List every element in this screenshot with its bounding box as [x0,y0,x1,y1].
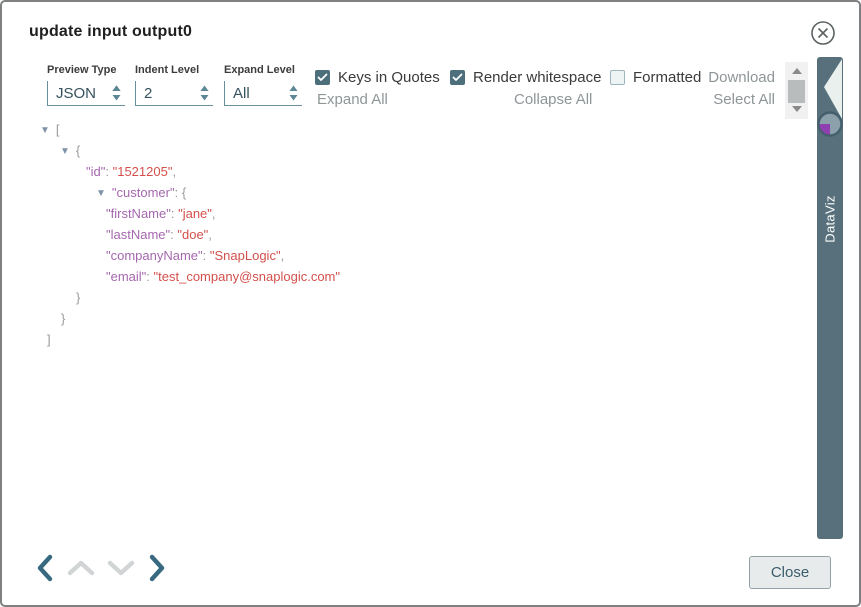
json-punctuation: , [281,248,285,263]
checked-checkbox-icon[interactable] [450,70,465,85]
json-punctuation: } [61,311,65,326]
json-punctuation: { [182,185,186,200]
spinner-arrows-icon[interactable] [199,84,210,103]
json-punctuation: : [171,206,178,221]
vertical-scrollbar[interactable] [785,62,808,119]
json-tree-row: "email": "test_company@snaplogic.com" [2,266,782,287]
json-tree-row: "companyName": "SnapLogic", [2,245,782,266]
json-tree: ▼[▼{"id": "1521205",▼"customer": {"first… [2,119,782,350]
json-punctuation: : [175,185,182,200]
checkbox-label: Render whitespace [473,69,601,86]
checkbox-label: Formatted [633,69,701,86]
json-tree-row: } [2,287,782,308]
json-tree-row: "lastName": "doe", [2,224,782,245]
collapse-triangle-icon[interactable]: ▼ [40,120,50,141]
indent-level-label: Indent Level [135,64,213,76]
expand-level-label: Expand Level [224,64,302,76]
json-punctuation: : [146,269,153,284]
scroll-down-record-button[interactable] [107,560,135,579]
record-navigation [35,553,167,586]
scroll-up-icon[interactable] [785,67,808,77]
json-punctuation: : [105,164,112,179]
dataviz-tab-label: DataViz [823,195,838,242]
scroll-down-icon[interactable] [785,105,808,115]
json-value: "SnapLogic" [210,248,281,263]
dialog-title: update input output0 [29,23,192,41]
spinner-arrows-icon[interactable] [111,84,122,103]
json-punctuation: : [203,248,210,263]
close-button[interactable]: Close [749,556,831,589]
tab-arrow-icon [824,59,842,119]
json-punctuation: ] [47,332,51,347]
json-punctuation: [ [56,122,60,137]
json-tree-row: } [2,308,782,329]
collapse-triangle-icon[interactable]: ▼ [60,141,70,162]
json-value: "1521205" [113,164,173,179]
download-link[interactable]: Download [708,69,775,86]
checkbox-render-whitespace[interactable]: Render whitespace [450,69,601,86]
json-value: "jane" [178,206,212,221]
collapse-triangle-icon[interactable]: ▼ [96,183,106,204]
json-tree-row: ▼ "customer": { [2,182,782,203]
json-key: "customer" [112,185,175,200]
json-tree-row: ▼[ [2,119,782,140]
json-key: "companyName" [106,248,203,263]
indent-level-value: 2 [144,85,152,102]
json-punctuation: { [76,143,80,158]
collapse-all-link[interactable]: Collapse All [514,91,592,108]
json-key: "email" [106,269,146,284]
json-punctuation: , [212,206,216,221]
indent-level-group: Indent Level 2 [135,64,213,106]
expand-level-group: Expand Level All [224,64,302,106]
unchecked-checkbox-icon[interactable] [610,70,625,85]
checked-checkbox-icon[interactable] [315,70,330,85]
json-key: "lastName" [106,227,170,242]
preview-type-value: JSON [56,85,96,102]
json-tree-row: ] [2,329,782,350]
json-value: "doe" [177,227,208,242]
json-punctuation: , [172,164,176,179]
expand-level-value: All [233,85,250,102]
circle-x-icon [809,19,837,47]
pie-chart-icon [819,113,842,136]
expand-all-link[interactable]: Expand All [317,91,388,108]
json-punctuation: } [76,290,80,305]
preview-type-label: Preview Type [47,64,125,76]
json-value: "test_company@snaplogic.com" [154,269,340,284]
prev-document-button[interactable] [35,553,55,586]
json-punctuation: , [208,227,212,242]
scroll-up-record-button[interactable] [67,560,95,579]
spinner-arrows-icon[interactable] [288,84,299,103]
expand-level-select[interactable]: All [224,81,302,106]
scrollbar-thumb[interactable] [788,80,805,103]
json-tree-row: ▼{ [2,140,782,161]
json-key: "id" [86,164,105,179]
preview-dialog: update input output0 Preview Type JSON I… [0,0,861,607]
checkbox-keys-in-quotes[interactable]: Keys in Quotes [315,69,440,86]
json-tree-row: "id": "1521205", [2,161,782,182]
preview-type-select[interactable]: JSON [47,81,125,106]
indent-level-select[interactable]: 2 [135,81,213,106]
checkbox-formatted[interactable]: Formatted [610,69,701,86]
select-all-link[interactable]: Select All [713,91,775,108]
next-document-button[interactable] [147,553,167,586]
dialog-close-icon[interactable] [809,19,837,47]
json-tree-row: "firstName": "jane", [2,203,782,224]
preview-type-group: Preview Type JSON [47,64,125,106]
dataviz-tab[interactable]: DataViz [817,57,843,539]
json-key: "firstName" [106,206,171,221]
checkbox-label: Keys in Quotes [338,69,440,86]
